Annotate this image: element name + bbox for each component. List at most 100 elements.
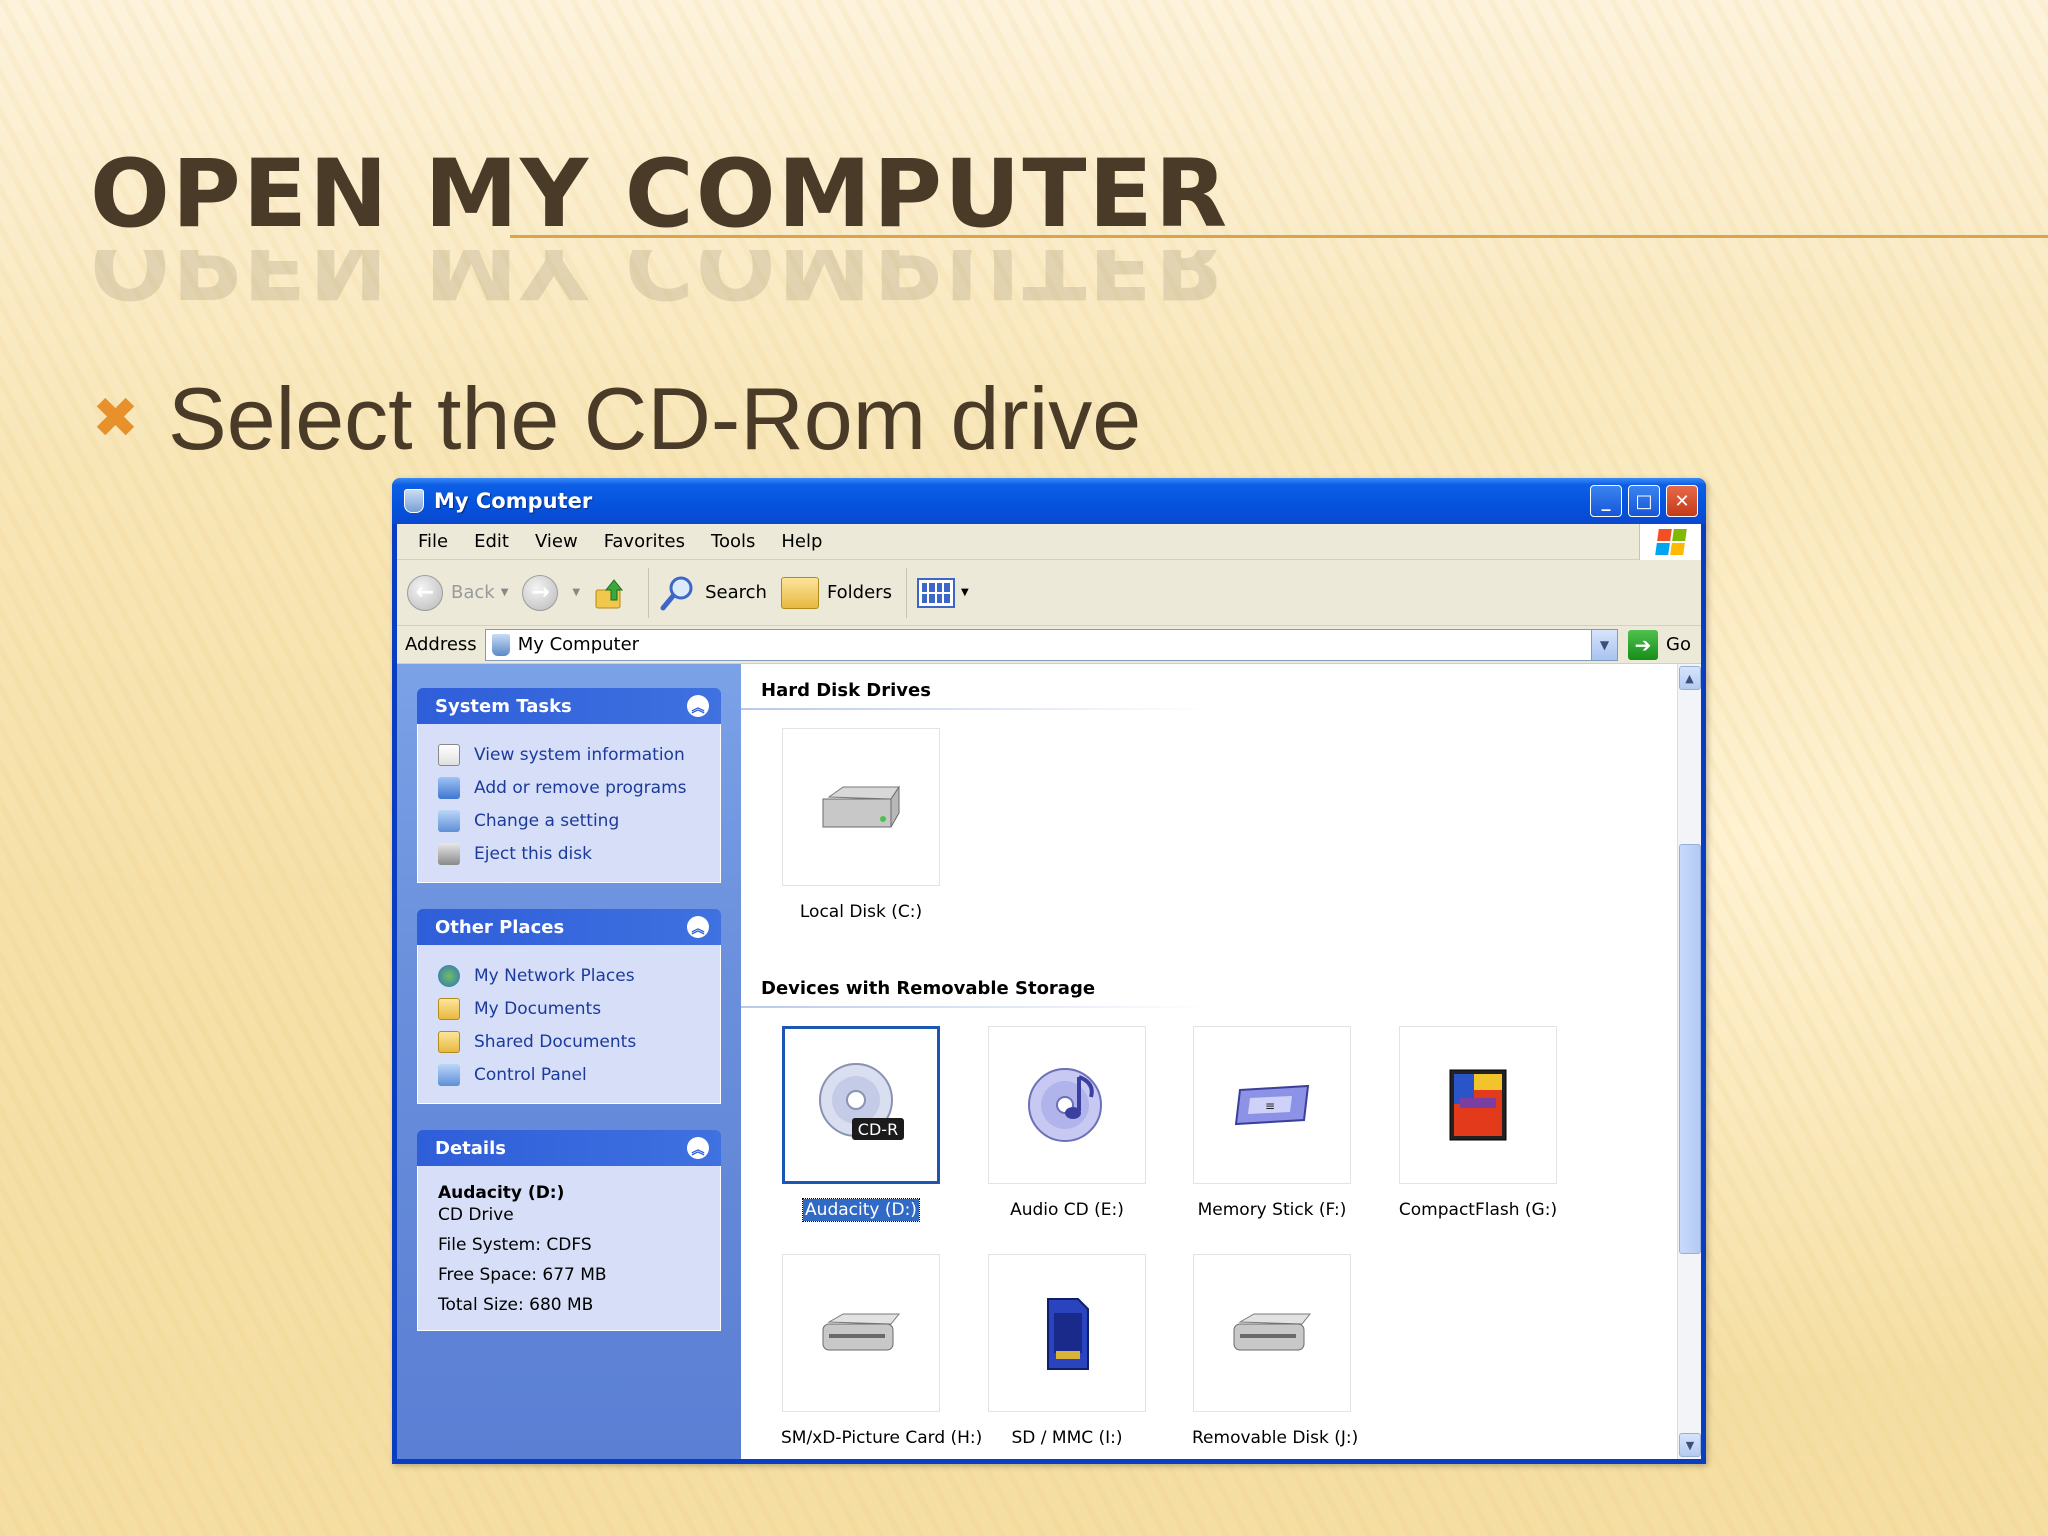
go-button[interactable]: ➔ Go bbox=[1628, 629, 1691, 660]
drive-e[interactable]: Audio CD (E:) bbox=[987, 1026, 1147, 1220]
details-header[interactable]: Details ︽ bbox=[417, 1130, 721, 1166]
task-view-system-info[interactable]: View system information bbox=[438, 738, 704, 771]
slide-title-reflection: OPEN MY COMPUTER bbox=[90, 250, 1230, 310]
compactflash-icon bbox=[1449, 1069, 1507, 1141]
forward-dropdown-icon[interactable]: ▼ bbox=[572, 587, 580, 598]
place-my-documents[interactable]: My Documents bbox=[438, 992, 704, 1025]
hard-disk-icon bbox=[822, 785, 900, 828]
memory-stick-icon: ≡ bbox=[1234, 1084, 1310, 1126]
tile-box bbox=[782, 728, 940, 886]
details-free-space: Free Space: 677 MB bbox=[438, 1265, 607, 1285]
back-label: Back bbox=[451, 582, 495, 603]
slide-title: OPEN MY COMPUTER bbox=[90, 140, 1230, 249]
place-control-panel[interactable]: Control Panel bbox=[438, 1058, 704, 1091]
minimize-button[interactable]: _ bbox=[1590, 485, 1622, 517]
folder-up-icon bbox=[594, 576, 626, 610]
drive-h[interactable]: SM/xD-Picture Card (H:) bbox=[781, 1254, 983, 1448]
views-icon bbox=[916, 577, 955, 608]
toolbar-separator bbox=[648, 567, 650, 618]
bullet: ✖ Select the CD-Rom drive bbox=[92, 368, 1141, 470]
drive-c[interactable]: Local Disk (C:) bbox=[781, 728, 941, 922]
task-add-remove-programs[interactable]: Add or remove programs bbox=[438, 771, 704, 804]
back-dropdown-icon[interactable]: ▼ bbox=[501, 587, 509, 598]
search-label: Search bbox=[705, 582, 767, 603]
task-label: Change a setting bbox=[474, 810, 620, 831]
drive-e-label: Audio CD (E:) bbox=[1010, 1200, 1124, 1220]
close-button[interactable]: ✕ bbox=[1666, 485, 1698, 517]
forward-button[interactable]: → ▼ bbox=[522, 574, 580, 611]
tile-box bbox=[782, 1254, 940, 1412]
address-value: My Computer bbox=[517, 634, 640, 655]
go-label: Go bbox=[1666, 634, 1691, 655]
toolbar-separator bbox=[905, 567, 907, 618]
sd-card-icon bbox=[1047, 1298, 1089, 1370]
windows-flag-icon bbox=[1639, 524, 1701, 560]
drive-j[interactable]: Removable Disk (J:) bbox=[1192, 1254, 1359, 1448]
details-total-size: Total Size: 680 MB bbox=[438, 1295, 594, 1315]
menu-view[interactable]: View bbox=[535, 531, 578, 552]
hard-disk-group-rule bbox=[741, 708, 1211, 710]
drive-f-label: Memory Stick (F:) bbox=[1197, 1200, 1347, 1220]
place-shared-documents[interactable]: Shared Documents bbox=[438, 1025, 704, 1058]
views-button[interactable]: ▼ bbox=[916, 577, 969, 608]
folders-icon bbox=[780, 576, 819, 609]
other-places-body: My Network Places My Documents Shared Do… bbox=[417, 945, 721, 1104]
my-computer-icon bbox=[404, 489, 424, 513]
drive-d[interactable]: CD-R Audacity (D:) bbox=[781, 1026, 941, 1222]
collapse-chevron-icon[interactable]: ︽ bbox=[687, 916, 709, 938]
system-info-icon bbox=[438, 743, 460, 766]
other-places-header[interactable]: Other Places ︽ bbox=[417, 909, 721, 945]
drive-i[interactable]: SD / MMC (I:) bbox=[987, 1254, 1147, 1448]
removable-group-rule bbox=[741, 1006, 1211, 1008]
menu-edit[interactable]: Edit bbox=[474, 531, 509, 552]
task-eject-disk[interactable]: Eject this disk bbox=[438, 837, 704, 870]
place-label: My Network Places bbox=[474, 965, 635, 986]
my-documents-icon bbox=[438, 997, 460, 1020]
cd-drive-icon: CD-R bbox=[819, 1063, 904, 1140]
menu-help[interactable]: Help bbox=[781, 531, 822, 552]
my-computer-icon bbox=[491, 633, 510, 656]
tile-box bbox=[1193, 1254, 1351, 1412]
menu-favorites[interactable]: Favorites bbox=[604, 531, 685, 552]
up-button[interactable] bbox=[594, 576, 634, 610]
drive-i-label: SD / MMC (I:) bbox=[1011, 1428, 1123, 1448]
drive-g-label: CompactFlash (G:) bbox=[1398, 1200, 1558, 1220]
window-titlebar[interactable]: My Computer _ □ ✕ bbox=[392, 478, 1706, 524]
task-change-setting[interactable]: Change a setting bbox=[438, 804, 704, 837]
drive-g[interactable]: CompactFlash (G:) bbox=[1398, 1026, 1558, 1220]
address-dropdown-icon[interactable]: ▼ bbox=[1591, 629, 1618, 660]
go-arrow-icon: ➔ bbox=[1628, 629, 1659, 660]
window-body: System Tasks ︽ View system information A… bbox=[397, 664, 1701, 1459]
drive-j-label: Removable Disk (J:) bbox=[1192, 1428, 1359, 1448]
scroll-down-arrow-icon[interactable]: ▼ bbox=[1679, 1433, 1701, 1457]
scroll-up-arrow-icon[interactable]: ▲ bbox=[1678, 666, 1701, 690]
maximize-button[interactable]: □ bbox=[1628, 485, 1660, 517]
back-arrow-icon: ← bbox=[407, 574, 443, 611]
details-file-system: File System: CDFS bbox=[438, 1235, 592, 1255]
collapse-chevron-icon[interactable]: ︽ bbox=[687, 1137, 709, 1159]
address-bar: Address My Computer ▼ ➔ Go bbox=[397, 626, 1701, 664]
details-type: CD Drive bbox=[438, 1205, 514, 1225]
views-dropdown-icon[interactable]: ▼ bbox=[961, 587, 969, 598]
address-input[interactable]: My Computer ▼ bbox=[484, 628, 1619, 661]
other-places-panel: Other Places ︽ My Network Places My Docu… bbox=[417, 909, 721, 1104]
menu-bar: File Edit View Favorites Tools Help bbox=[397, 524, 1701, 560]
menu-tools[interactable]: Tools bbox=[711, 531, 755, 552]
search-button[interactable]: Search bbox=[659, 574, 767, 612]
title-rule bbox=[510, 235, 2048, 238]
collapse-chevron-icon[interactable]: ︽ bbox=[687, 695, 709, 717]
tile-box bbox=[1399, 1026, 1557, 1184]
back-button[interactable]: ← Back ▼ bbox=[407, 574, 509, 611]
system-tasks-header[interactable]: System Tasks ︽ bbox=[417, 688, 721, 724]
control-panel-icon bbox=[438, 1063, 460, 1086]
drive-h-label: SM/xD-Picture Card (H:) bbox=[781, 1428, 983, 1448]
drive-f[interactable]: ≡ Memory Stick (F:) bbox=[1192, 1026, 1352, 1220]
vertical-scrollbar[interactable]: ▲ ▼ bbox=[1677, 664, 1701, 1459]
drive-d-label: Audacity (D:) bbox=[781, 1198, 941, 1222]
place-my-network-places[interactable]: My Network Places bbox=[438, 959, 704, 992]
scrollbar-thumb[interactable] bbox=[1679, 844, 1701, 1254]
menu-file[interactable]: File bbox=[418, 531, 448, 552]
bullet-x-icon: ✖ bbox=[92, 386, 139, 451]
folders-button[interactable]: Folders bbox=[780, 576, 892, 609]
drive-c-label: Local Disk (C:) bbox=[799, 902, 923, 922]
